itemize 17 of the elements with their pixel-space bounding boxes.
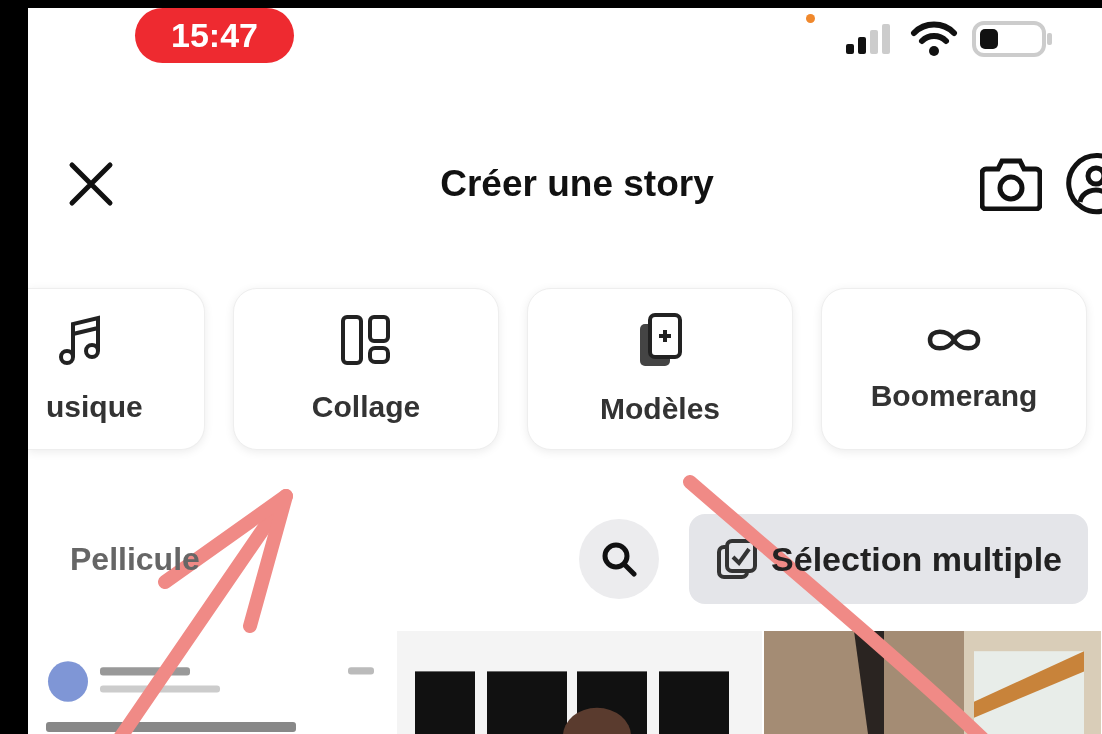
multi-select-icon: [717, 539, 758, 579]
multi-select-button[interactable]: Sélection multiple: [689, 514, 1088, 604]
battery-icon: [972, 20, 1054, 57]
story-mode-button[interactable]: Boomerang: [821, 288, 1087, 450]
templates-icon: [637, 312, 683, 368]
close-icon[interactable]: [68, 161, 114, 207]
collage-icon: [340, 314, 392, 366]
wifi-icon: [910, 20, 958, 57]
story-mode-button[interactable]: Collage: [233, 288, 499, 450]
privacy-dot: [806, 14, 815, 23]
camera-icon[interactable]: [980, 157, 1042, 211]
music-note-icon: [58, 314, 102, 366]
story-mode-button[interactable]: Modèles: [527, 288, 793, 450]
status-time: 15:47: [135, 8, 294, 63]
story-mode-button[interactable]: usique: [28, 288, 205, 450]
screen-title: Créer une story: [440, 163, 714, 205]
search-icon: [601, 541, 638, 577]
